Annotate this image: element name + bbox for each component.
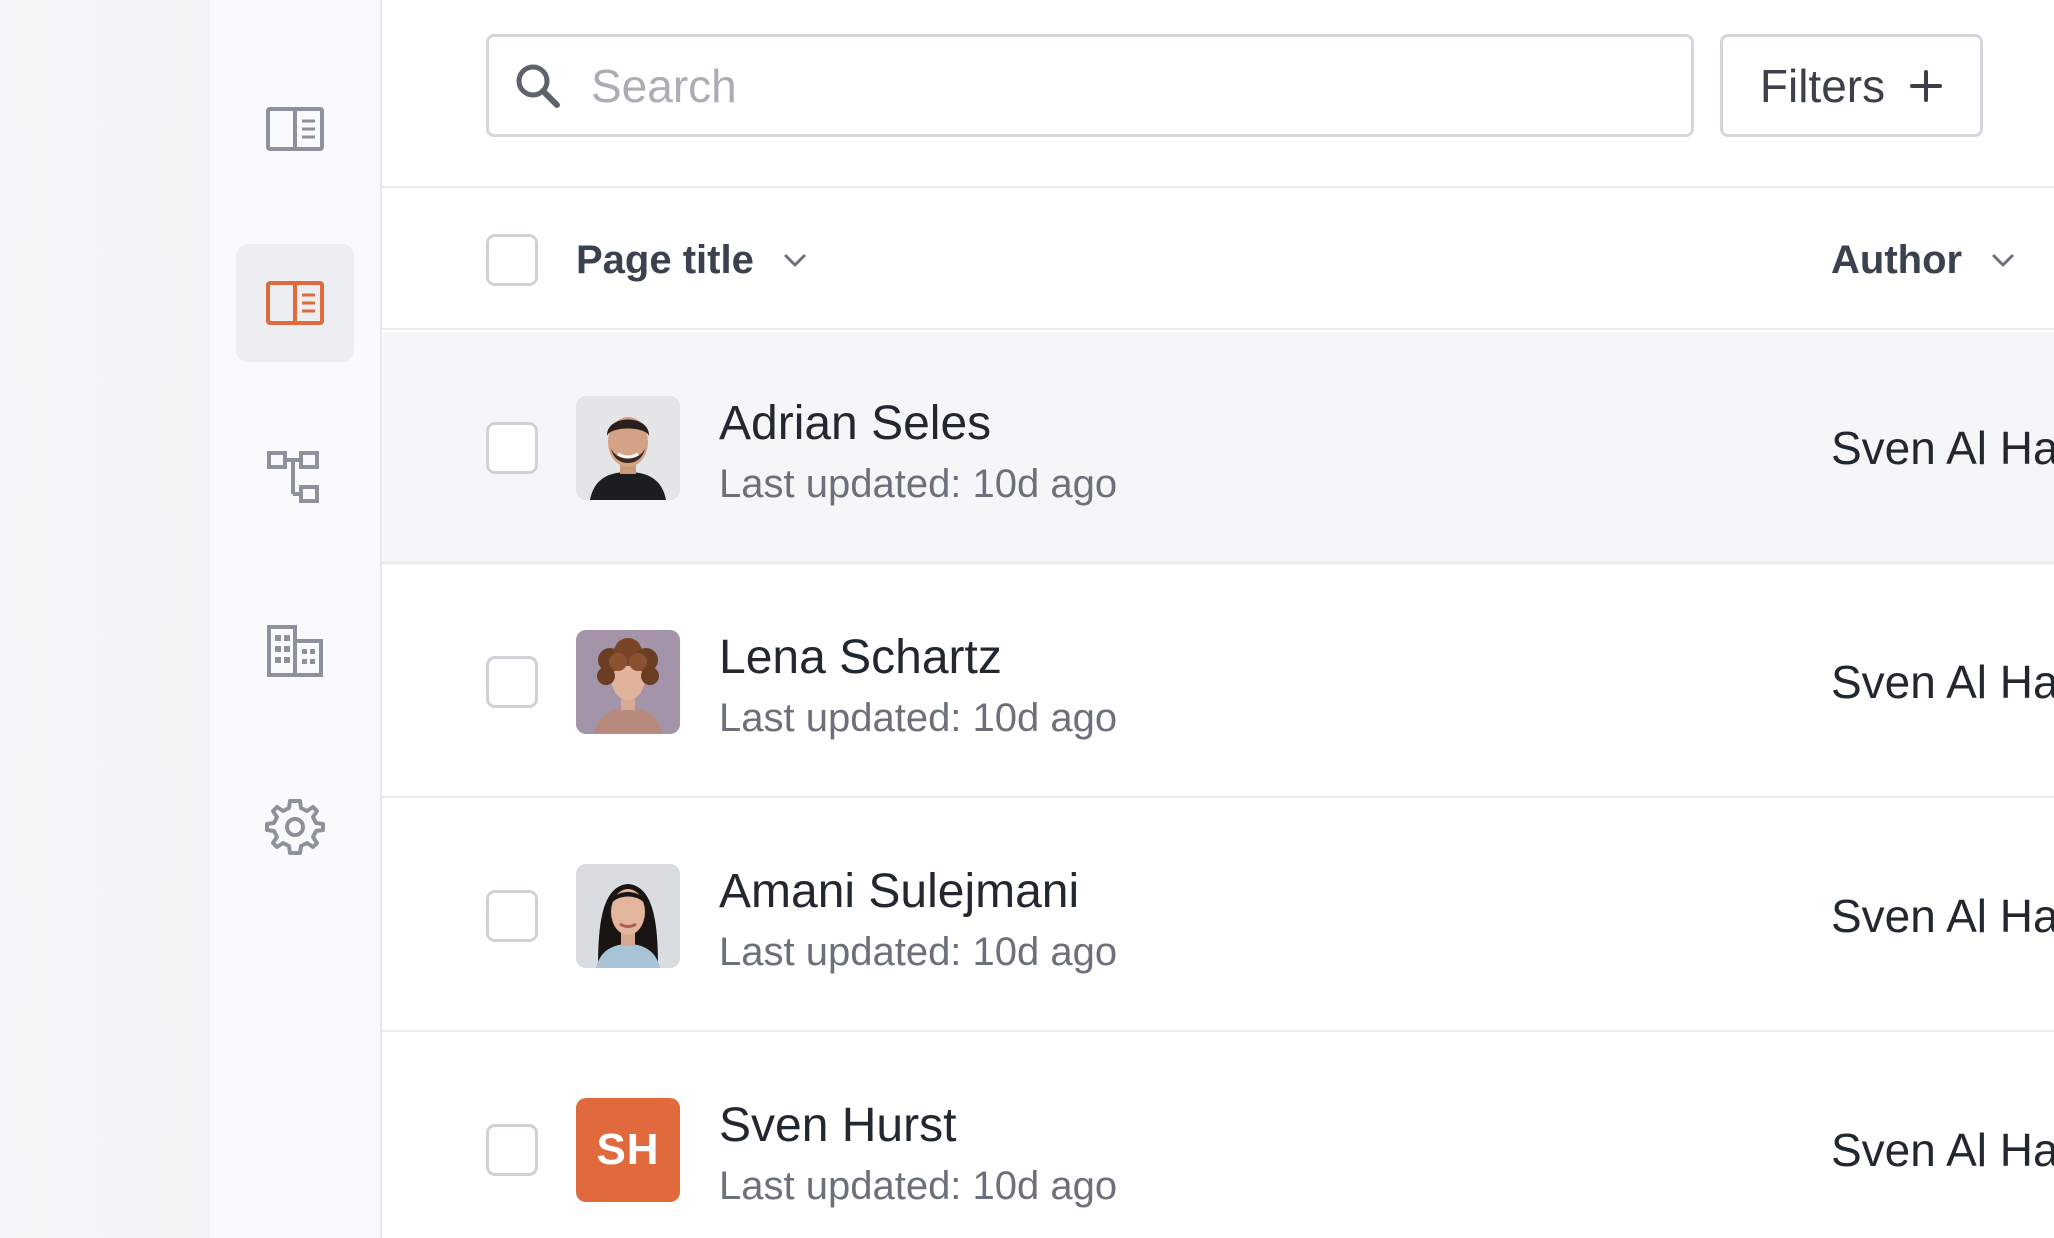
avatar-initials: SH — [576, 1098, 680, 1202]
app-frame: Filters Page title Author — [0, 0, 2054, 1238]
page-title[interactable]: Lena Schartz — [719, 630, 1002, 685]
avatar — [576, 864, 680, 968]
column-label: Page title — [576, 237, 754, 282]
column-author[interactable]: Author — [1831, 190, 2018, 330]
table-row[interactable]: Amani Sulejmani Last updated: 10d ago Sv… — [382, 800, 2054, 1032]
row-checkbox[interactable] — [486, 656, 538, 708]
sidebar-item-organization[interactable] — [236, 592, 354, 710]
search-input[interactable] — [591, 58, 1641, 113]
last-updated: Last updated: 10d ago — [719, 462, 1118, 506]
book-open-icon — [266, 281, 324, 325]
row-checkbox[interactable] — [486, 890, 538, 942]
avatar — [576, 630, 680, 734]
row-checkbox[interactable] — [486, 1124, 538, 1176]
sidebar — [210, 0, 382, 1238]
chevron-down-icon — [784, 254, 806, 267]
sidebar-item-hierarchy[interactable] — [236, 418, 354, 536]
page-title[interactable]: Adrian Seles — [719, 396, 991, 451]
table-row[interactable]: Lena Schartz Last updated: 10d ago Sven … — [382, 566, 2054, 798]
table-row[interactable]: Adrian Seles Last updated: 10d ago Sven … — [382, 332, 2054, 564]
building-icon — [267, 625, 323, 677]
main-panel: Filters Page title Author — [382, 0, 2054, 1238]
filters-button[interactable]: Filters — [1720, 34, 1983, 137]
sitemap-icon — [267, 451, 319, 503]
select-all-checkbox[interactable] — [486, 234, 538, 286]
author-name: Sven Al Ha — [1831, 1124, 2054, 1176]
table-row[interactable]: SH Sven Hurst Last updated: 10d ago Sven… — [382, 1034, 2054, 1238]
author-name: Sven Al Ha — [1831, 422, 2054, 474]
last-updated: Last updated: 10d ago — [719, 696, 1118, 740]
filters-label: Filters — [1759, 59, 1886, 112]
plus-icon — [1910, 69, 1943, 102]
row-checkbox[interactable] — [486, 422, 538, 474]
page-title[interactable]: Sven Hurst — [719, 1098, 956, 1153]
page-title[interactable]: Amani Sulejmani — [719, 864, 1079, 919]
author-name: Sven Al Ha — [1831, 656, 2054, 708]
table-header: Page title Author — [382, 190, 2054, 330]
avatar — [576, 396, 680, 500]
sidebar-item-settings[interactable] — [236, 768, 354, 886]
book-open-icon — [266, 107, 324, 151]
last-updated: Last updated: 10d ago — [719, 1164, 1118, 1208]
search-box[interactable] — [486, 34, 1694, 137]
backdrop — [0, 0, 210, 1238]
column-label: Author — [1831, 237, 1963, 282]
last-updated: Last updated: 10d ago — [719, 930, 1118, 974]
sidebar-item-pages[interactable] — [236, 70, 354, 188]
author-name: Sven Al Ha — [1831, 890, 2054, 942]
gear-icon — [265, 799, 325, 855]
toolbar: Filters — [382, 0, 2054, 188]
chevron-down-icon — [1992, 254, 2014, 267]
search-icon — [516, 64, 560, 108]
sidebar-item-documents[interactable] — [236, 244, 354, 362]
column-page-title[interactable]: Page title — [576, 190, 810, 330]
